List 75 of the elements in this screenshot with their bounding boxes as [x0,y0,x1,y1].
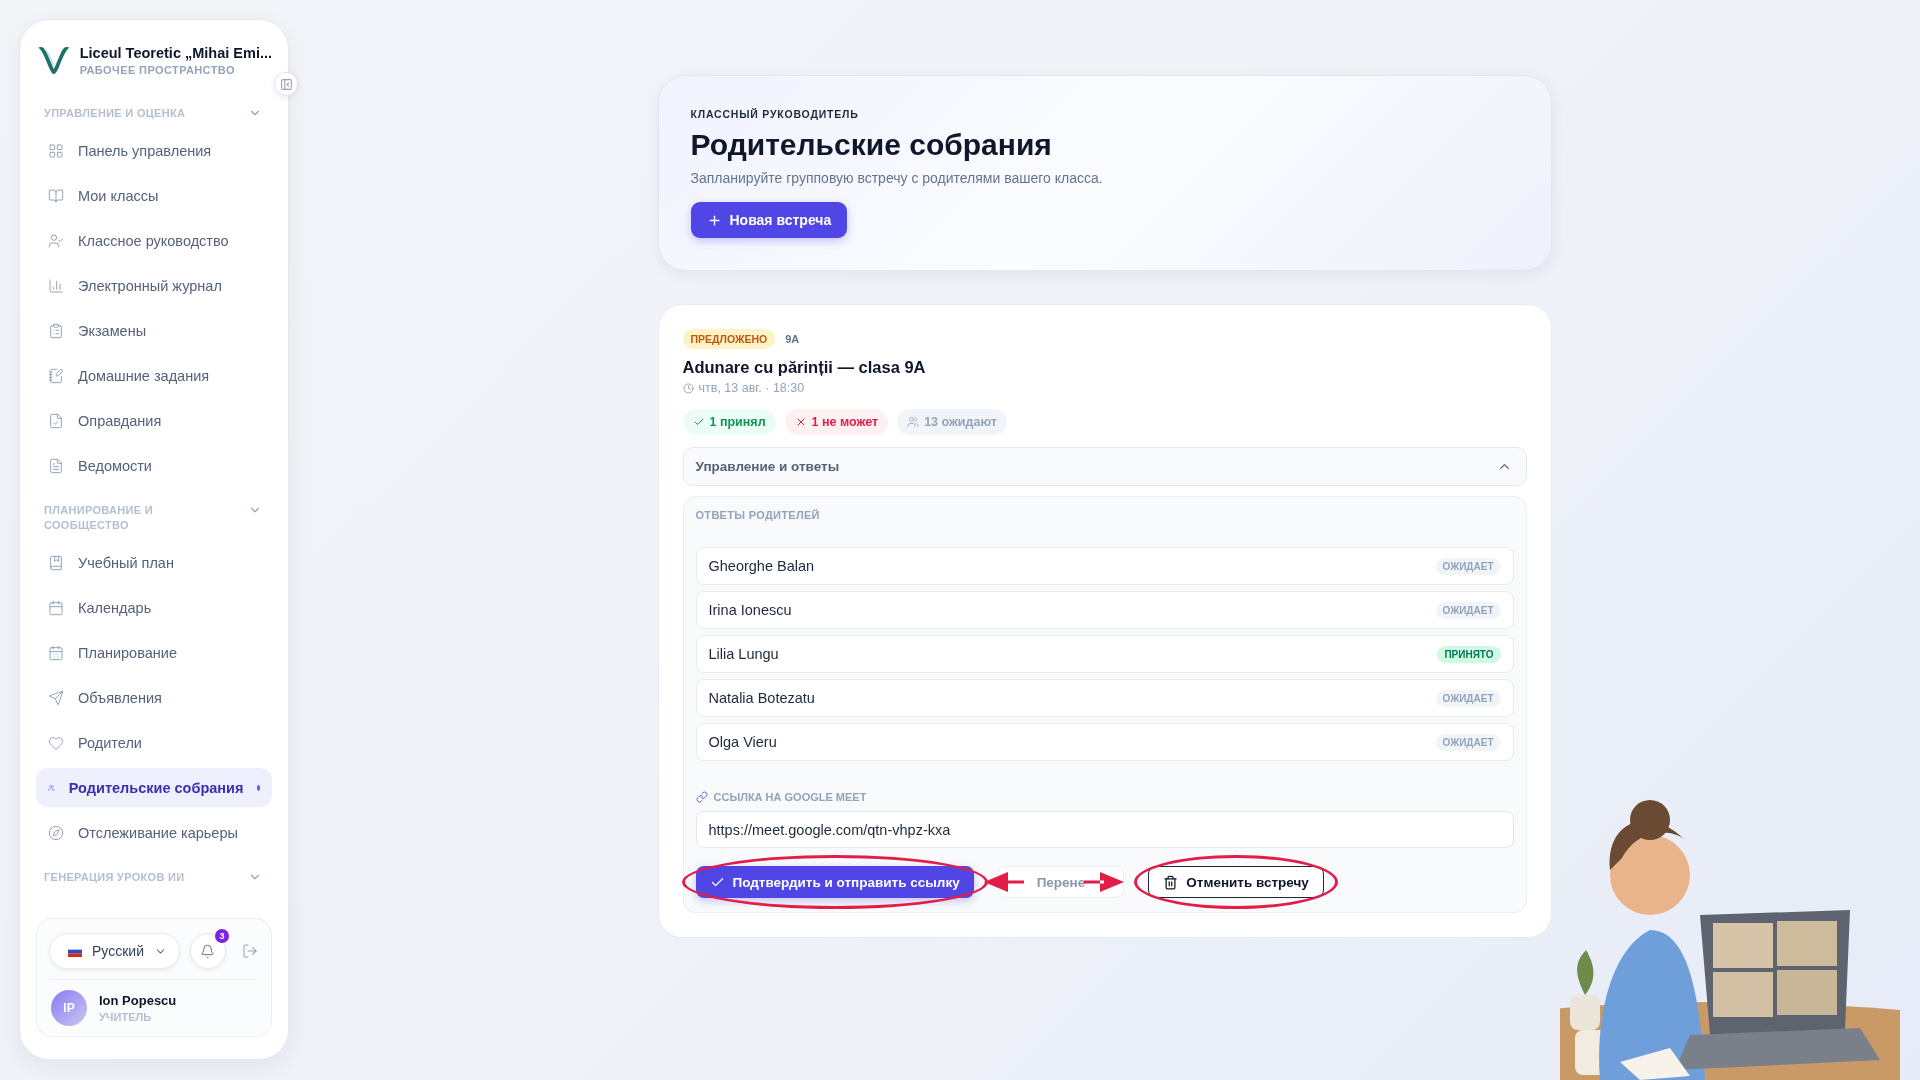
meet-link-field[interactable]: https://meet.google.com/qtn-vhpz-kxa [695,811,1514,848]
bar-chart-icon [48,277,64,294]
accordion-header[interactable]: Управление и ответы [682,447,1527,486]
nav-item[interactable]: Родители [36,723,272,762]
action-button[interactable]: Отменить встречу [1148,866,1324,898]
responses-title: ОТВЕТЫ РОДИТЕЛЕЙ [695,509,821,521]
calendar-icon [48,644,64,661]
eyebrow-label: КЛАССНЫЙ РУКОВОДИТЕЛЬ [690,108,860,120]
user-name: Ion Popescu [99,993,177,1008]
book-icon [48,187,64,204]
status-badge: ПРЕДЛОЖЕНО [682,329,776,349]
response-count-chip: 1 принял [682,409,776,435]
meeting-title: Adunare cu părinții — clasa 9A [682,358,927,377]
response-count-chip: 13 ожидают [897,409,1007,435]
parent-name: Olga Vieru [708,734,777,750]
nav-item[interactable]: Экзамены [36,311,272,350]
response-status: ОЖИДАЕТ [1435,557,1501,575]
user-check-icon [48,232,64,249]
response-count-chip: 1 не может [784,409,889,435]
plus-icon [706,212,722,228]
school-name: Liceul Teoretic „Mihai Emi... [79,44,272,61]
user-role: УЧИТЕЛЬ [99,1011,153,1023]
flag-icon [68,945,82,957]
nav-item[interactable]: Панель управления [36,131,272,170]
nav-item[interactable]: Оправдания [36,401,272,440]
bell-icon [200,943,216,959]
bookmark-book-icon [48,554,64,571]
check-icon [692,416,705,428]
collapse-sidebar-button[interactable] [274,72,298,96]
workspace-label: РАБОЧЕЕ ПРОСТРАНСТВО [79,63,236,76]
response-status: ОЖИДАЕТ [1435,733,1501,751]
page-title: Родительские собрания [690,128,1053,162]
parent-name: Irina Ionescu [708,602,792,618]
parent-name: Natalia Botezatu [708,690,815,706]
nav-item[interactable]: Объявления [36,678,272,717]
parent-name: Gheorghe Balan [708,558,815,574]
class-label: 9A [785,333,800,345]
meeting-datetime: чтв, 13 авг. · 18:30 [698,381,805,395]
new-meeting-button[interactable]: Новая встреча [690,202,848,238]
notification-count: 3 [214,929,229,943]
notebook-icon [48,367,64,384]
nav-item[interactable]: Отслеживание карьеры [36,813,272,852]
nav-item[interactable]: Ведомости [36,446,272,485]
users-icon [907,416,920,428]
parent-name: Lilia Lungu [708,646,779,662]
file-check-icon [48,412,64,429]
active-dot [257,784,260,791]
page-subtitle: Запланируйте групповую встречу с родителями вашего класса. [690,170,1104,186]
link-label: ССЫЛКА НА GOOGLE MEET [713,791,867,803]
nav-item[interactable]: Планирование [36,633,272,672]
grid-icon [48,142,64,159]
nav-item[interactable]: Домашние задания [36,356,272,395]
action-button[interactable]: Подтвердить и отправить ссылку [695,866,974,898]
nav-item[interactable]: Классное руководство [36,221,272,260]
response-status: ОЖИДАЕТ [1435,601,1501,619]
nav-item[interactable]: Календарь [36,588,272,627]
logout-icon[interactable] [241,943,258,959]
clock-icon [682,382,694,394]
calendar-icon [48,599,64,616]
clipboard-icon [48,322,64,339]
send-icon [48,689,64,706]
trash-icon [1163,874,1179,890]
nav-item[interactable]: Учебный план [36,543,272,582]
nav-item[interactable]: Электронный журнал [36,266,272,305]
language-select[interactable]: Русский [49,933,180,969]
heart-icon [48,734,64,751]
compass-icon [48,824,64,841]
response-status: ОЖИДАЕТ [1435,689,1501,707]
link-icon [695,791,708,803]
nav-item[interactable]: Мои классы [36,176,272,215]
nav-item[interactable]: Родительские собрания [36,768,272,807]
user-avatar: IP [51,990,87,1026]
panel-collapse-icon [279,77,293,91]
document-icon [48,457,64,474]
response-status: ПРИНЯТО [1437,645,1501,663]
